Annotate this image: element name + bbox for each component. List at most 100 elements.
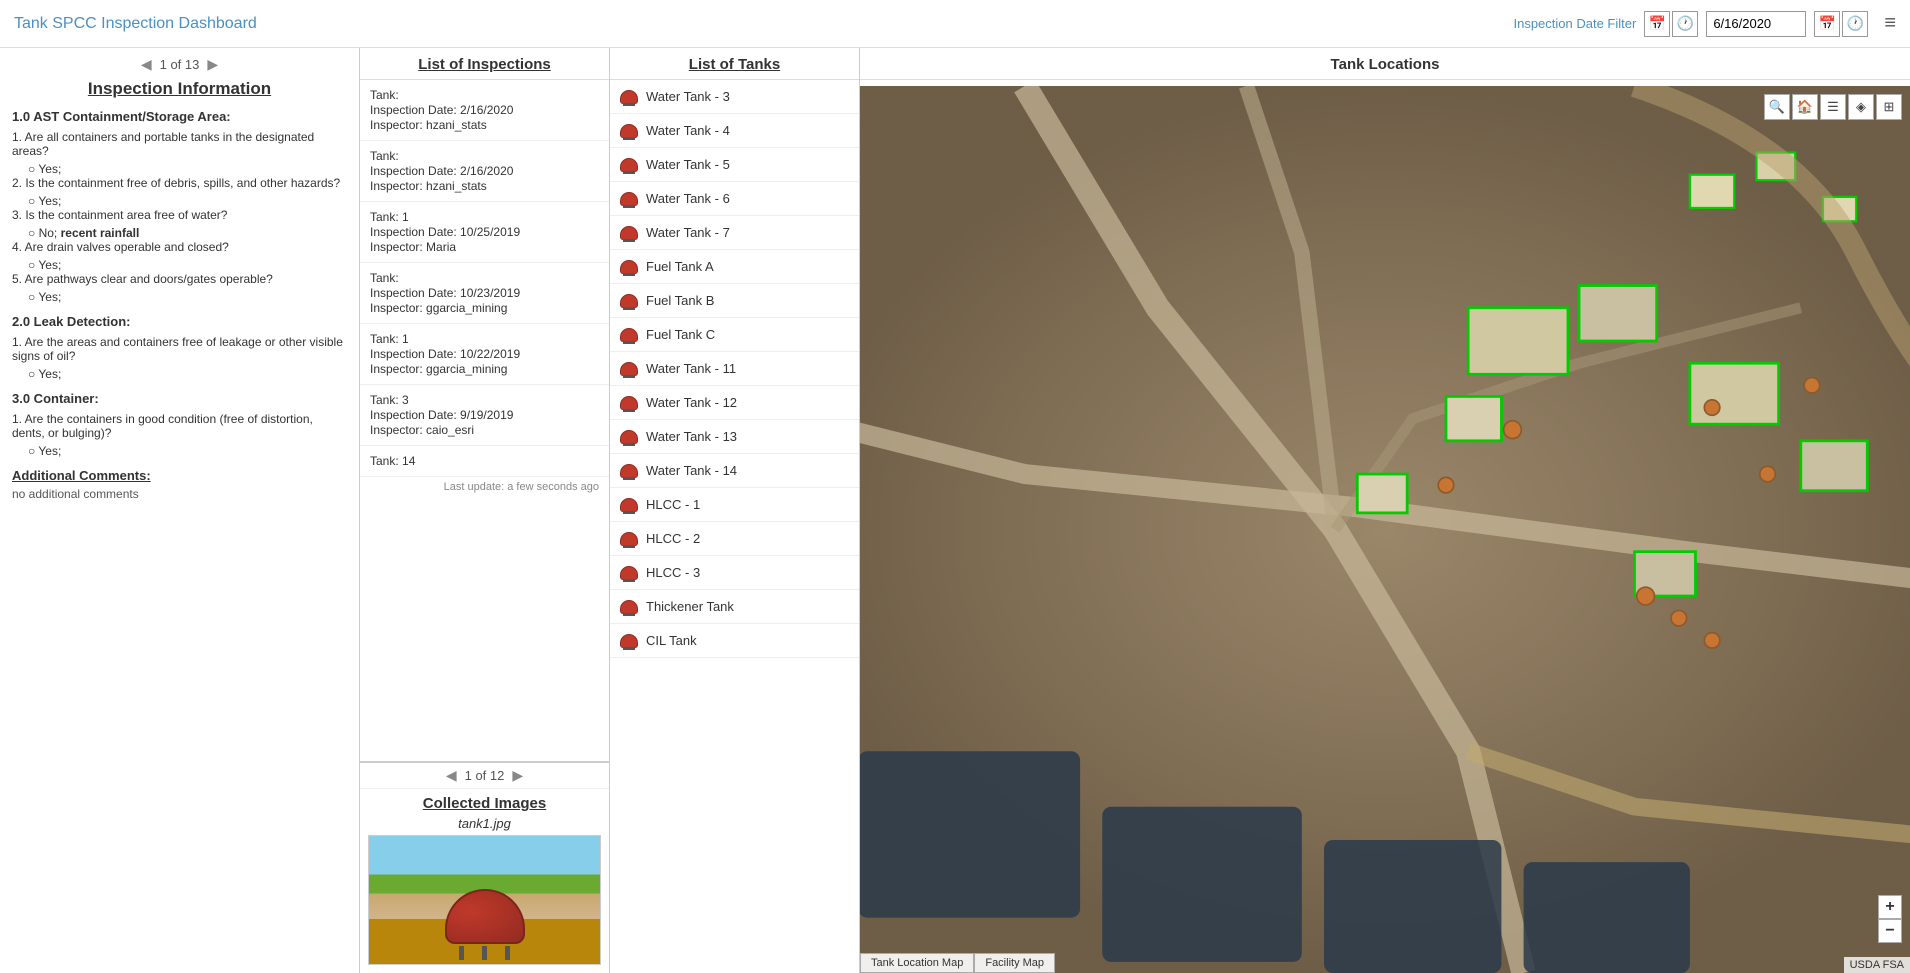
insp-tank-label: Tank: <box>370 88 599 102</box>
tank-icon <box>620 532 638 546</box>
answer-3-1: Yes; <box>28 444 347 458</box>
tank-name: HLCC - 1 <box>646 497 700 512</box>
hamburger-menu-button[interactable]: ≡ <box>1884 12 1896 35</box>
map-grid-button[interactable]: ⊞ <box>1876 94 1902 120</box>
clock-icon-btn[interactable]: 🕐 <box>1672 11 1698 37</box>
tank-leg-3 <box>505 946 510 960</box>
image-filename: tank1.jpg <box>360 816 609 831</box>
map-home-button[interactable]: 🏠 <box>1792 94 1818 120</box>
zoom-controls: + − <box>1878 895 1902 943</box>
inspection-item[interactable]: Tank: 1 Inspection Date: 10/25/2019 Insp… <box>360 202 609 263</box>
section-3-heading: 3.0 Container: <box>12 391 347 406</box>
tank-name: Water Tank - 7 <box>646 225 730 240</box>
clock-icon-btn-2[interactable]: 🕐 <box>1842 11 1868 37</box>
tank-item[interactable]: Fuel Tank A <box>610 250 859 284</box>
tank-name: Fuel Tank B <box>646 293 714 308</box>
map-container: + − USDA FSA Tank Location Map Facility … <box>860 86 1910 973</box>
calendar-icon-btn-2[interactable]: 📅 <box>1814 11 1840 37</box>
tank-item[interactable]: CIL Tank <box>610 624 859 658</box>
tank-name: Fuel Tank A <box>646 259 714 274</box>
inspection-item[interactable]: Tank: 14 <box>360 446 609 477</box>
tank-icon <box>620 634 638 648</box>
tank-image-container <box>360 835 609 973</box>
answer-1-2: Yes; <box>28 194 347 208</box>
answer-2-1: Yes; <box>28 367 347 381</box>
tank-icon <box>620 328 638 342</box>
tank-icon <box>620 192 638 206</box>
list-of-inspections: List of Inspections Tank: Inspection Dat… <box>360 48 609 762</box>
zoom-out-button[interactable]: − <box>1878 919 1902 943</box>
inspection-item[interactable]: Tank: Inspection Date: 2/16/2020 Inspect… <box>360 80 609 141</box>
tanks-list-title: List of Tanks <box>610 48 859 80</box>
insp-inspector-label: Inspector: caio_esri <box>370 423 599 437</box>
map-list-button[interactable]: ☰ <box>1820 94 1846 120</box>
insp-tank-label: Tank: 1 <box>370 332 599 346</box>
map-toolbar: 🔍 🏠 ☰ ◈ ⊞ <box>1764 94 1902 120</box>
section-2-heading: 2.0 Leak Detection: <box>12 314 347 329</box>
inspection-item[interactable]: Tank: 1 Inspection Date: 10/22/2019 Insp… <box>360 324 609 385</box>
tank-name: CIL Tank <box>646 633 697 648</box>
map-search-button[interactable]: 🔍 <box>1764 94 1790 120</box>
inspection-next-button[interactable]: ▶ <box>207 56 218 73</box>
tank-name: Water Tank - 3 <box>646 89 730 104</box>
insp-date-label: Inspection Date: 2/16/2020 <box>370 164 599 178</box>
tank-icon <box>620 498 638 512</box>
additional-comments-label: Additional Comments: <box>12 468 347 483</box>
inspection-prev-button[interactable]: ◀ <box>141 56 152 73</box>
question-1-1: 1. Are all containers and portable tanks… <box>12 130 347 158</box>
tank-name: HLCC - 3 <box>646 565 700 580</box>
insp-tank-label: Tank: 14 <box>370 454 599 468</box>
tank-item[interactable]: Water Tank - 14 <box>610 454 859 488</box>
tank-item[interactable]: Water Tank - 3 <box>610 80 859 114</box>
tank-item[interactable]: Water Tank - 11 <box>610 352 859 386</box>
question-1-5: 5. Are pathways clear and doors/gates op… <box>12 272 347 286</box>
insp-date-label: Inspection Date: 10/25/2019 <box>370 225 599 239</box>
section-1-heading: 1.0 AST Containment/Storage Area: <box>12 109 347 124</box>
tank-icon <box>620 430 638 444</box>
date-input[interactable] <box>1706 11 1806 37</box>
images-prev-button[interactable]: ◀ <box>446 767 457 784</box>
answer-1-3: No; recent rainfall <box>28 226 347 240</box>
map-bottom-tabs: Tank Location Map Facility Map <box>860 953 1055 973</box>
map-layers-button[interactable]: ◈ <box>1848 94 1874 120</box>
header: Tank SPCC Inspection Dashboard Inspectio… <box>0 0 1910 48</box>
answer-1-1: Yes; <box>28 162 347 176</box>
tank-item[interactable]: Water Tank - 5 <box>610 148 859 182</box>
inspection-item[interactable]: Tank: 3 Inspection Date: 9/19/2019 Inspe… <box>360 385 609 446</box>
question-1-2: 2. Is the containment free of debris, sp… <box>12 176 347 190</box>
tank-item[interactable]: Thickener Tank <box>610 590 859 624</box>
collected-images-title: Collected Images <box>360 789 609 816</box>
insp-inspector-label: Inspector: hzani_stats <box>370 118 599 132</box>
inspection-item[interactable]: Tank: Inspection Date: 2/16/2020 Inspect… <box>360 141 609 202</box>
tank-item[interactable]: Fuel Tank C <box>610 318 859 352</box>
facility-map-tab[interactable]: Facility Map <box>974 953 1055 973</box>
tank-item[interactable]: HLCC - 3 <box>610 556 859 590</box>
app-title: Tank SPCC Inspection Dashboard <box>14 15 257 33</box>
collected-images-panel: ◀ 1 of 12 ▶ Collected Images tank1.jpg <box>360 762 609 973</box>
tank-icon <box>620 362 638 376</box>
tank-item[interactable]: Water Tank - 6 <box>610 182 859 216</box>
tank-name: Water Tank - 5 <box>646 157 730 172</box>
inspection-info-title: Inspection Information <box>12 79 347 99</box>
tank-location-map-tab[interactable]: Tank Location Map <box>860 953 974 973</box>
tank-leg-2 <box>482 946 487 960</box>
inspections-footer: Last update: a few seconds ago <box>360 477 609 497</box>
tank-item[interactable]: Fuel Tank B <box>610 284 859 318</box>
calendar-icon-btn[interactable]: 📅 <box>1644 11 1670 37</box>
tank-name: Water Tank - 14 <box>646 463 737 478</box>
inspection-item[interactable]: Tank: Inspection Date: 10/23/2019 Inspec… <box>360 263 609 324</box>
images-next-button[interactable]: ▶ <box>512 767 523 784</box>
highlight-rainfall: recent rainfall <box>61 226 140 240</box>
tank-item[interactable]: Water Tank - 12 <box>610 386 859 420</box>
insp-date-label: Inspection Date: 2/16/2020 <box>370 103 599 117</box>
tank-item[interactable]: HLCC - 2 <box>610 522 859 556</box>
tank-item[interactable]: HLCC - 1 <box>610 488 859 522</box>
list-of-tanks-panel: List of Tanks Water Tank - 3 Water Tank … <box>610 48 860 973</box>
tank-name: Water Tank - 11 <box>646 361 736 376</box>
images-nav: ◀ 1 of 12 ▶ <box>360 763 609 789</box>
tank-item[interactable]: Water Tank - 4 <box>610 114 859 148</box>
zoom-in-button[interactable]: + <box>1878 895 1902 919</box>
tank-item[interactable]: Water Tank - 7 <box>610 216 859 250</box>
insp-tank-label: Tank: 1 <box>370 210 599 224</box>
tank-item[interactable]: Water Tank - 13 <box>610 420 859 454</box>
